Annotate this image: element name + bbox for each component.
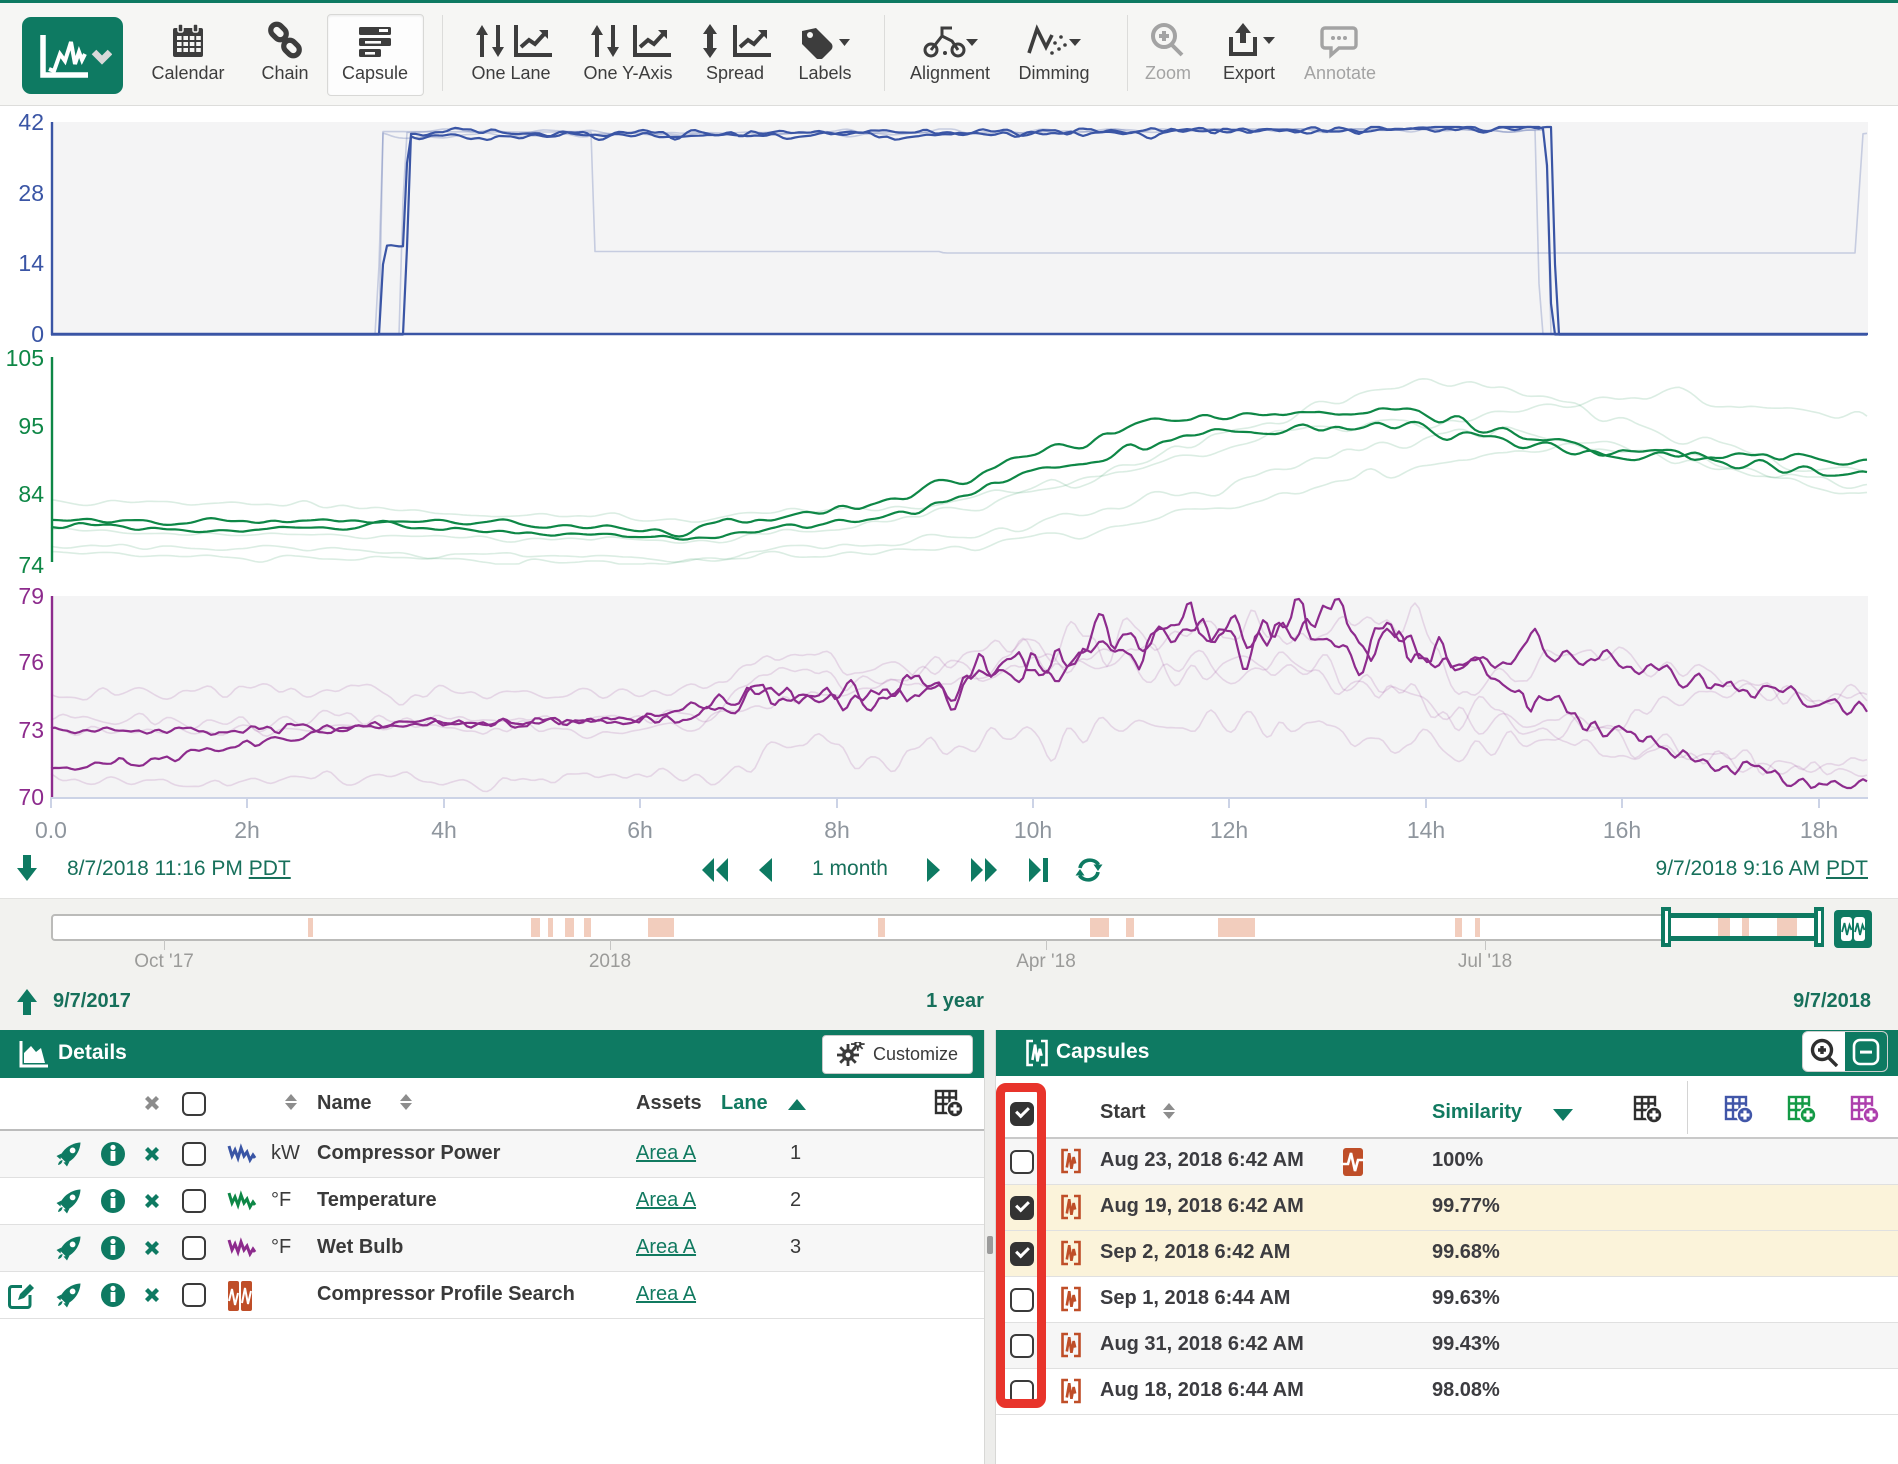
svg-text:42: 42 <box>18 109 44 135</box>
svg-text:73: 73 <box>18 717 44 743</box>
svg-text:14: 14 <box>18 250 44 276</box>
svg-text:84: 84 <box>18 481 44 507</box>
svg-text:79: 79 <box>18 583 44 609</box>
svg-text:105: 105 <box>6 345 44 371</box>
svg-text:76: 76 <box>18 649 44 675</box>
svg-text:74: 74 <box>18 552 44 578</box>
svg-text:28: 28 <box>18 180 44 206</box>
svg-text:70: 70 <box>18 784 44 810</box>
svg-text:95: 95 <box>18 413 44 439</box>
svg-text:0: 0 <box>31 321 44 347</box>
